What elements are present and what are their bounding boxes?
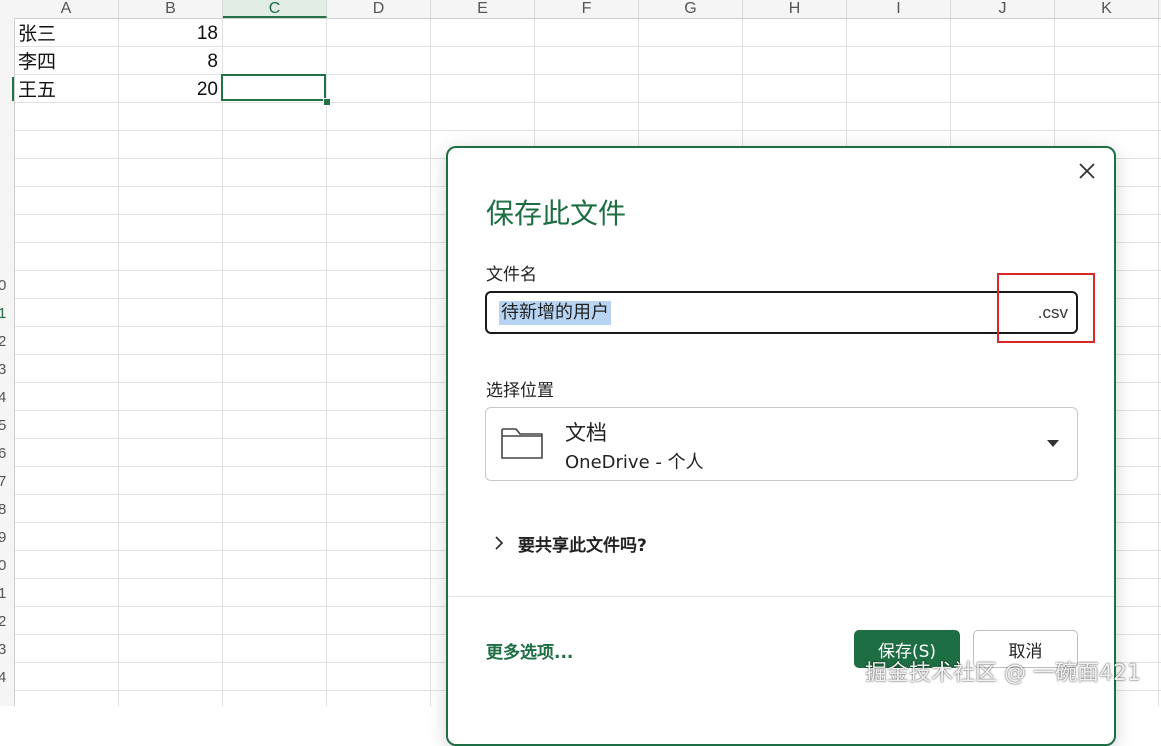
row-number[interactable]: 1 (0, 585, 14, 602)
close-button[interactable] (1072, 156, 1102, 186)
caret-down-icon (1047, 440, 1059, 447)
row-number[interactable]: 5 (0, 417, 14, 434)
column-header-c[interactable]: C (223, 0, 327, 18)
cell-a1[interactable]: 张三 (18, 20, 114, 48)
location-label: 选择位置 (486, 381, 554, 401)
active-cell-c3[interactable] (221, 74, 326, 101)
gridline (14, 130, 1161, 131)
fill-handle[interactable] (323, 98, 331, 106)
dialog-title: 保存此文件 (486, 197, 627, 230)
column-header-i[interactable]: I (847, 0, 951, 18)
location-name: 文档 (565, 421, 607, 445)
row-number[interactable]: 0 (0, 277, 14, 294)
column-header-b[interactable]: B (119, 0, 223, 18)
row-number[interactable]: 6 (0, 445, 14, 462)
row-number[interactable]: 8 (0, 501, 14, 518)
column-header-j[interactable]: J (951, 0, 1055, 18)
row-number[interactable]: 3 (0, 641, 14, 658)
more-options-link[interactable]: 更多选项... (486, 638, 573, 663)
gridline (118, 0, 119, 706)
row-header-column: 0 1 2 3 4 5 6 7 8 9 0 1 2 3 4 (0, 18, 15, 706)
divider (448, 596, 1114, 597)
row-number[interactable]: 9 (0, 529, 14, 546)
filename-value: 待新增的用户 (499, 301, 611, 325)
share-expander[interactable]: 要共享此文件吗? (494, 528, 647, 558)
column-header-e[interactable]: E (431, 0, 535, 18)
column-header-k[interactable]: K (1055, 0, 1159, 18)
column-header-row: A B C D E F G H I J K (0, 0, 1161, 19)
extension-highlight-box (997, 273, 1095, 343)
cell-a3[interactable]: 王五 (18, 76, 114, 104)
location-subtitle: OneDrive - 个人 (565, 452, 704, 473)
row-number[interactable]: 7 (0, 473, 14, 490)
row-number[interactable]: 1 (0, 305, 14, 322)
chevron-right-icon (495, 536, 504, 550)
filename-input[interactable]: 待新增的用户 .csv (485, 291, 1078, 334)
row-number[interactable]: 4 (0, 389, 14, 406)
location-picker[interactable]: 文档 OneDrive - 个人 (485, 407, 1078, 481)
column-header-g[interactable]: G (639, 0, 743, 18)
cell-b2[interactable]: 8 (122, 48, 218, 76)
gridline (1158, 0, 1159, 706)
folder-icon (501, 428, 543, 459)
share-label: 要共享此文件吗? (518, 535, 647, 556)
cell-b3[interactable]: 20 (122, 76, 218, 104)
column-header-d[interactable]: D (327, 0, 431, 18)
column-header-a[interactable]: A (14, 0, 119, 18)
row-number[interactable]: 4 (0, 669, 14, 686)
row-number[interactable]: 2 (0, 333, 14, 350)
gridline (430, 0, 431, 706)
filename-label: 文件名 (486, 265, 537, 285)
row-number[interactable]: 0 (0, 557, 14, 574)
selected-row-marker (12, 77, 14, 101)
column-header-f[interactable]: F (535, 0, 639, 18)
column-header-h[interactable]: H (743, 0, 847, 18)
cell-a2[interactable]: 李四 (18, 48, 114, 76)
cell-b1[interactable]: 18 (122, 20, 218, 48)
row-number[interactable]: 2 (0, 613, 14, 630)
row-number[interactable]: 3 (0, 361, 14, 378)
watermark: 掘金技术社区 @ 一碗面421 (865, 661, 1141, 686)
gridline (222, 0, 223, 706)
close-icon (1079, 163, 1095, 179)
